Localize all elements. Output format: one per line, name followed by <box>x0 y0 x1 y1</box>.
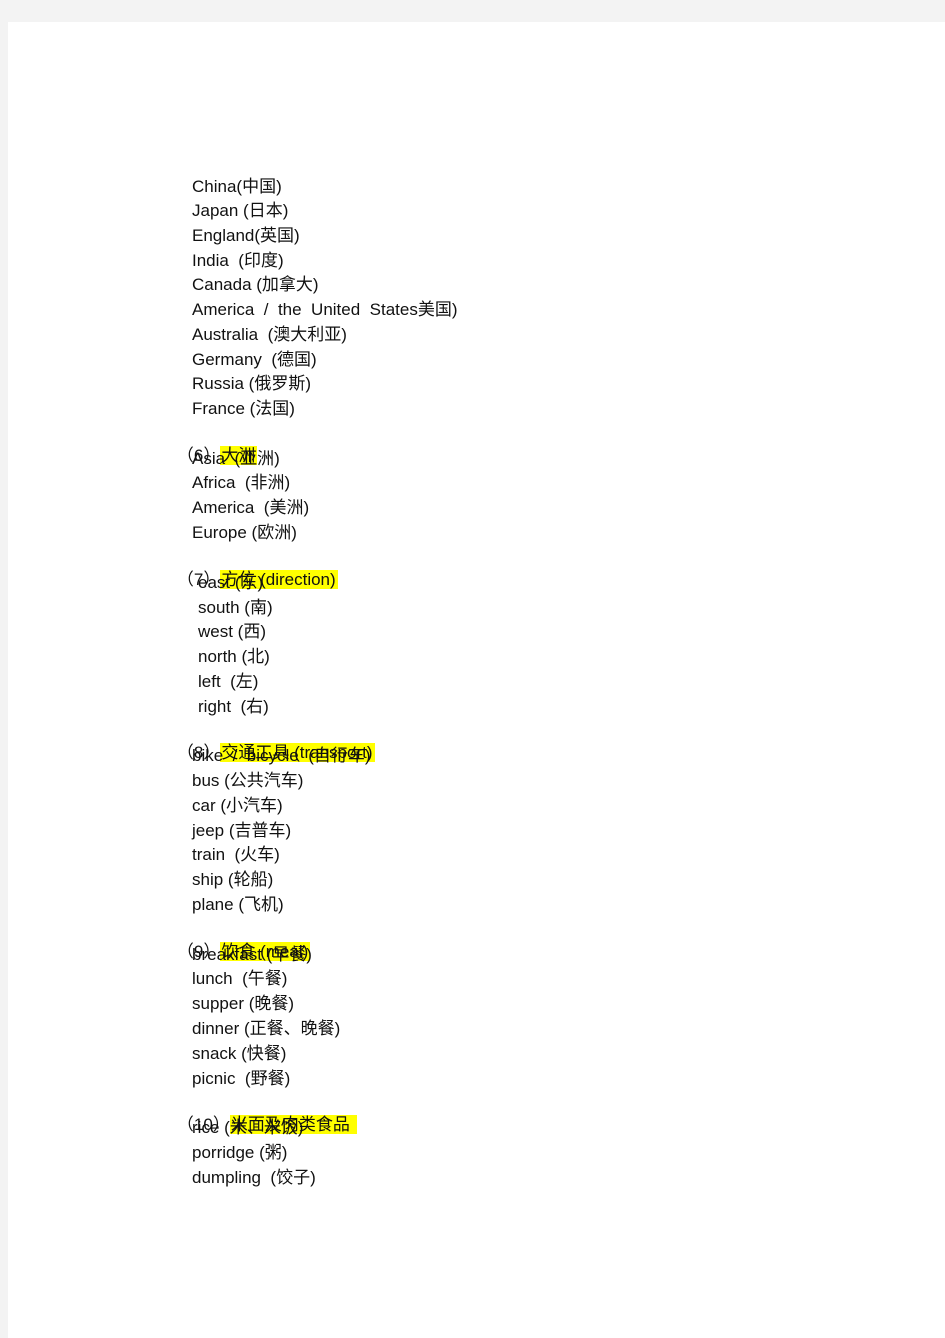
list-item: Asia (亚洲) <box>192 449 280 468</box>
list-item: rice (米、米饭) <box>192 1118 304 1137</box>
list-item: east (东) <box>198 573 264 592</box>
list-item: car (小汽车) <box>192 796 283 815</box>
list-item: plane (飞机) <box>192 895 284 914</box>
list-item: bus (公共汽车) <box>192 771 304 790</box>
list-item: jeep (吉普车) <box>192 821 292 840</box>
list-item: west (西) <box>198 622 266 641</box>
list-item: breakfast (早餐) <box>192 945 312 964</box>
list-item: train (火车) <box>192 845 280 864</box>
document-page: China(中国) Japan (日本) England(英国) India (… <box>8 22 945 1338</box>
list-item-country: Australia (澳大利亚) <box>192 325 347 344</box>
list-item: bike / bicycle (自行车) <box>192 746 371 765</box>
list-item: supper (晚餐) <box>192 994 295 1013</box>
list-item-country: Canada (加拿大) <box>192 275 319 294</box>
list-item: dinner (正餐、晚餐) <box>192 1019 341 1038</box>
list-item: right (右) <box>198 697 269 716</box>
list-item-country: Japan (日本) <box>192 201 289 220</box>
list-item: America (美洲) <box>192 498 310 517</box>
list-item: south (南) <box>198 598 273 617</box>
list-item: left (左) <box>198 672 259 691</box>
list-item: dumpling (饺子) <box>192 1168 316 1187</box>
list-item: ship (轮船) <box>192 870 274 889</box>
list-item-country: England(英国) <box>192 226 300 245</box>
list-item: picnic (野餐) <box>192 1069 291 1088</box>
list-item-country: America / the United States美国) <box>192 300 458 319</box>
list-item-country: India (印度) <box>192 251 284 270</box>
list-item-country: Germany (德国) <box>192 350 317 369</box>
list-item: Africa (非洲) <box>192 473 291 492</box>
list-item: snack (快餐) <box>192 1044 287 1063</box>
list-item-country: France (法国) <box>192 399 295 418</box>
list-item-country: China(中国) <box>192 177 282 196</box>
list-item-country: Russia (俄罗斯) <box>192 374 312 393</box>
list-item: lunch (午餐) <box>192 969 288 988</box>
list-item: north (北) <box>198 647 270 666</box>
list-item: Europe (欧洲) <box>192 523 297 542</box>
list-item: porridge (粥) <box>192 1143 288 1162</box>
